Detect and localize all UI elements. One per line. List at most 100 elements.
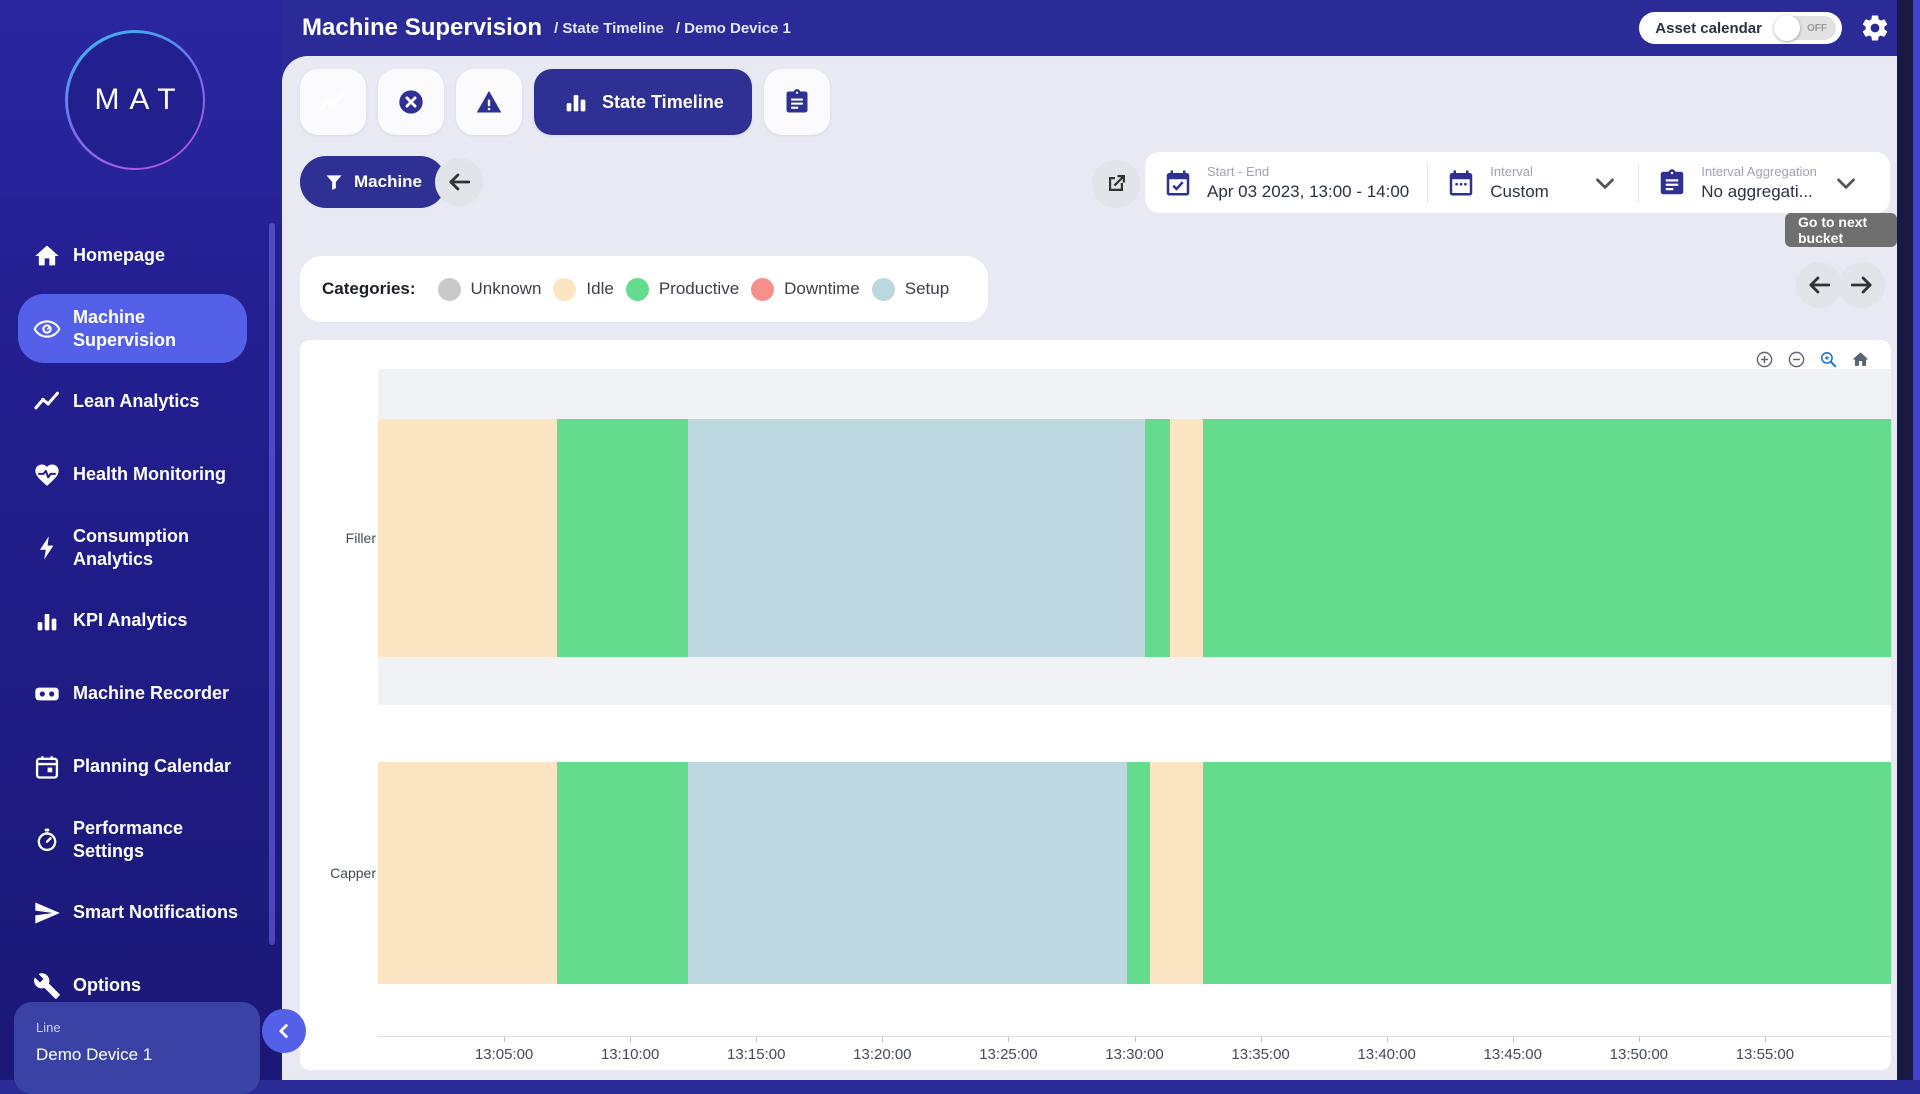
sidebar-item-kpi-analytics[interactable]: KPI Analytics	[0, 584, 282, 657]
legend-item-unknown[interactable]: Unknown	[438, 278, 542, 301]
legend-item-setup[interactable]: Setup	[872, 278, 949, 301]
previous-bucket-button[interactable]	[1796, 262, 1842, 308]
interval-aggregation-field[interactable]: Interval Aggregation No aggregati...	[1639, 164, 1879, 202]
interval-field[interactable]: Interval Custom	[1428, 164, 1638, 202]
x-axis-tick	[1135, 1037, 1136, 1042]
legend-item-label: Unknown	[471, 279, 542, 299]
breadcrumb-item-1[interactable]: / State Timeline	[554, 20, 664, 37]
zoom-in-button[interactable]	[1751, 348, 1777, 370]
start-end-value: Apr 03 2023, 13:00 - 14:00	[1207, 182, 1409, 202]
segment-capper-idle[interactable]	[378, 762, 557, 984]
sidebar-item-health-monitoring[interactable]: Health Monitoring	[0, 438, 282, 511]
machine-filter-button[interactable]: Machine	[300, 156, 446, 208]
breadcrumb-item-2[interactable]: / Demo Device 1	[676, 20, 791, 37]
segment-capper-idle[interactable]	[1150, 762, 1203, 984]
sidebar-item-consumption-analytics[interactable]: Consumption Analytics	[0, 511, 282, 584]
segment-filler-productive[interactable]	[557, 419, 688, 657]
tab-reports[interactable]	[764, 69, 830, 135]
app-logo-circle: MAT	[68, 33, 203, 168]
segment-filler-productive[interactable]	[1203, 419, 1891, 657]
interval-aggregation-label: Interval Aggregation	[1701, 164, 1817, 179]
clipboard-icon	[1657, 168, 1687, 198]
sidebar-scrollbar[interactable]	[269, 223, 275, 945]
x-axis-tick-label: 13:05:00	[475, 1046, 533, 1063]
recorder-icon	[33, 680, 61, 708]
autoscale-button[interactable]	[1815, 348, 1841, 370]
legend-item-downtime[interactable]: Downtime	[751, 278, 860, 301]
chart-modebar	[1751, 348, 1873, 370]
stopwatch-icon	[33, 826, 61, 854]
calendar-icon	[1446, 168, 1476, 198]
device-name: Demo Device 1	[36, 1045, 260, 1065]
arrow-left-icon	[1806, 272, 1832, 298]
sidebar-item-label: Lean Analytics	[73, 390, 242, 413]
legend-items: Unknown Idle Productive Downtime Setup	[426, 278, 950, 301]
heart-icon	[33, 461, 61, 489]
chart-plot-area: 13:05:0013:10:0013:15:0013:20:0013:25:00…	[378, 340, 1891, 1070]
sidebar-item-machine-recorder[interactable]: Machine Recorder	[0, 657, 282, 730]
x-axis-tick-label: 13:45:00	[1484, 1046, 1542, 1063]
segment-capper-productive[interactable]	[1127, 762, 1150, 984]
tab-alarms[interactable]	[456, 69, 522, 135]
segment-capper-productive[interactable]	[557, 762, 688, 984]
settings-button[interactable]	[1860, 13, 1890, 43]
bars-icon	[33, 607, 61, 635]
legend-item-productive[interactable]: Productive	[626, 278, 739, 301]
segment-filler-idle[interactable]	[378, 419, 557, 657]
legend-item-label: Productive	[659, 279, 739, 299]
page-title: Machine Supervision	[302, 14, 542, 42]
page-scrollbar[interactable]	[1897, 0, 1920, 1080]
x-axis-tick	[882, 1037, 883, 1042]
warning-icon	[475, 88, 503, 116]
sidebar-item-machine-supervision[interactable]: Machine Supervision	[0, 292, 282, 365]
segment-filler-setup[interactable]	[688, 419, 1144, 657]
segment-filler-idle[interactable]	[1170, 419, 1203, 657]
legend-color-dot	[872, 278, 895, 301]
legend-title: Categories:	[322, 279, 416, 299]
wrench-icon	[33, 972, 61, 1000]
segment-filler-productive[interactable]	[1145, 419, 1170, 657]
timeline-bar-capper	[378, 762, 1891, 984]
sidebar-collapse-button[interactable]	[262, 1009, 306, 1053]
x-axis-tick-label: 13:55:00	[1736, 1046, 1794, 1063]
back-button[interactable]	[435, 158, 483, 206]
row-label-filler: Filler	[306, 530, 376, 546]
reset-axes-icon	[1851, 350, 1870, 369]
timeline-bar-filler	[378, 419, 1891, 657]
asset-calendar-toggle-pill[interactable]: Asset calendar OFF	[1639, 12, 1842, 44]
x-axis-tick-label: 13:15:00	[727, 1046, 785, 1063]
start-end-field[interactable]: Start - End Apr 03 2023, 13:00 - 14:00	[1145, 164, 1427, 202]
tab-state-timeline[interactable]: State Timeline	[534, 69, 752, 135]
segment-capper-setup[interactable]	[688, 762, 1127, 984]
x-axis-tick	[1639, 1037, 1640, 1042]
sidebar-item-smart-notifications[interactable]: Smart Notifications	[0, 876, 282, 949]
app-logo-text: MAT	[84, 83, 185, 117]
trend-icon	[33, 388, 61, 416]
open-in-new-button[interactable]	[1092, 160, 1140, 208]
external-link-icon	[1104, 172, 1128, 196]
legend-item-idle[interactable]: Idle	[553, 278, 613, 301]
x-axis-tick-label: 13:30:00	[1105, 1046, 1163, 1063]
x-axis-tick	[504, 1037, 505, 1042]
sidebar-item-label: Smart Notifications	[73, 901, 242, 924]
reset-axes-button[interactable]	[1847, 348, 1873, 370]
sidebar-item-lean-analytics[interactable]: Lean Analytics	[0, 365, 282, 438]
legend-item-label: Downtime	[784, 279, 860, 299]
next-bucket-button[interactable]	[1839, 262, 1885, 308]
x-axis-tick	[1765, 1037, 1766, 1042]
chevron-down-icon	[1831, 168, 1861, 198]
asset-calendar-switch[interactable]: OFF	[1774, 16, 1836, 40]
segment-capper-productive[interactable]	[1203, 762, 1891, 984]
sidebar-item-performance-settings[interactable]: Performance Settings	[0, 803, 282, 876]
timeline-band-capper	[378, 705, 1891, 1036]
sidebar-item-planning-calendar[interactable]: Planning Calendar	[0, 730, 282, 803]
send-icon	[33, 899, 61, 927]
tab-errors[interactable]	[378, 69, 444, 135]
zoom-out-button[interactable]	[1783, 348, 1809, 370]
view-tabs: State Timeline	[300, 69, 830, 135]
page-scrollbar-thumb[interactable]	[1913, 0, 1920, 1080]
device-panel: Line Demo Device 1	[14, 1002, 260, 1094]
tab-trend-analysis[interactable]	[300, 69, 366, 135]
sidebar-item-homepage[interactable]: Homepage	[0, 219, 282, 292]
state-timeline-chart: 13:05:0013:10:0013:15:0013:20:0013:25:00…	[300, 340, 1891, 1070]
